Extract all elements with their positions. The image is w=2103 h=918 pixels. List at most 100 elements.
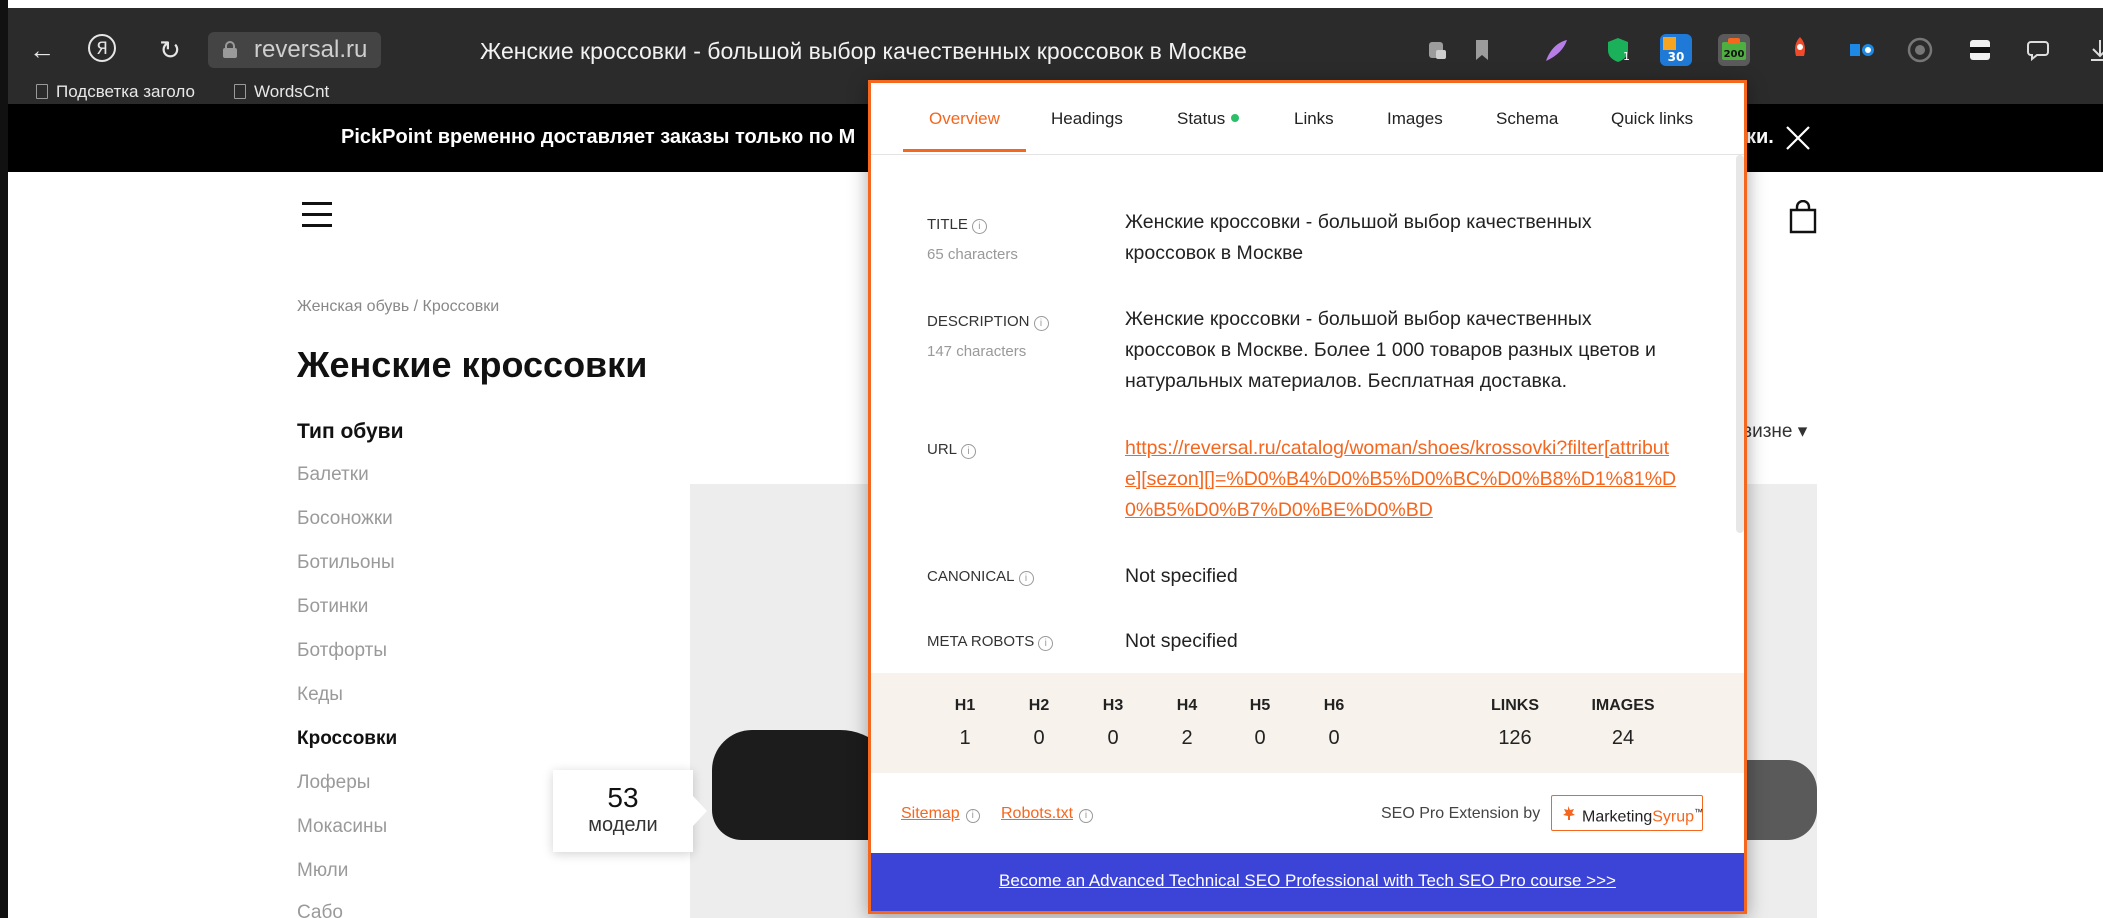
blocks-extension-icon[interactable] (1846, 34, 1878, 66)
model-count-label: модели (588, 814, 658, 836)
description-label: DESCRIPTION i (927, 313, 1049, 331)
canonical-label: CANONICAL i (927, 568, 1034, 586)
calendar-extension-icon[interactable]: 30 (1660, 34, 1692, 66)
popup-footer: Sitemap i Robots.txt i SEO Pro Extension b… (871, 773, 1744, 853)
title-value: Женские кроссовки - большой выбор качест… (1125, 211, 1592, 264)
course-banner-link[interactable]: Become an Advanced Technical SEO Profess… (999, 871, 1616, 891)
stat-h1-value: 1 (959, 727, 971, 749)
info-icon[interactable]: i (1033, 316, 1049, 331)
title-label: TITLE i (927, 216, 987, 234)
info-icon[interactable]: i (1018, 571, 1034, 586)
bag-icon[interactable] (1789, 200, 1817, 234)
info-icon[interactable]: i (965, 809, 980, 823)
stat-h2-label: H2 (1028, 697, 1050, 714)
svg-text:1: 1 (1623, 50, 1630, 63)
model-count-badge: 53 модели (553, 770, 707, 852)
address-bar[interactable]: reversal.ru (208, 32, 382, 68)
sitemap-link[interactable]: Sitemap i (901, 805, 980, 823)
info-icon[interactable]: i (961, 444, 977, 459)
stat-h5-value: 0 (1254, 727, 1266, 749)
download-icon[interactable] (2084, 34, 2103, 66)
meta-robots-label: META ROBOTS i (927, 633, 1054, 651)
stat-images-label: IMAGES (1591, 697, 1655, 714)
sort-dropdown[interactable]: визне ▾ (1742, 420, 1807, 443)
tab-quick-links[interactable]: Quick links (1611, 109, 1693, 129)
title-count: 65 characters (927, 246, 1018, 263)
info-icon[interactable]: i (1079, 809, 1094, 823)
seo-pro-extension-icon[interactable]: 200 (1718, 34, 1750, 66)
rocket-extension-icon[interactable] (1784, 34, 1816, 66)
active-tab-indicator (903, 149, 1026, 152)
stat-links-value: 126 (1498, 727, 1532, 749)
svg-text:30: 30 (1668, 50, 1685, 64)
marketing-syrup-logo[interactable]: MarketingSyrup™ (1551, 795, 1703, 831)
breadcrumb[interactable]: Женская обувь / Кроссовки (297, 298, 499, 316)
category-item[interactable]: Ботинки (297, 596, 368, 618)
stat-images-value: 24 (1611, 727, 1635, 749)
back-icon[interactable]: ← (24, 32, 60, 68)
tab-links[interactable]: Links (1294, 109, 1334, 129)
category-item[interactable]: Кеды (297, 684, 343, 706)
info-icon[interactable]: i (1038, 636, 1054, 651)
description-value: Женские кроссовки - большой выбор качест… (1125, 308, 1656, 392)
stat-h2-value: 0 (1033, 727, 1045, 749)
svg-text:200: 200 (1724, 49, 1745, 60)
tab-status-label: Status (1177, 109, 1226, 128)
stat-h3-value: 0 (1107, 727, 1119, 749)
page-title: Женские кроссовки (297, 344, 648, 385)
lock-extension-icon[interactable] (1422, 34, 1454, 66)
status-dot-icon (1231, 114, 1240, 122)
tab-schema[interactable]: Schema (1496, 109, 1558, 129)
browser-window: ← Я ↻ reversal.ru Женские кроссовки - бо… (0, 0, 2103, 918)
extension-byline: SEO Pro Extension by (1381, 805, 1541, 822)
menu-icon[interactable] (302, 202, 332, 228)
tab-title: Женские кроссовки - большой выбор качест… (480, 38, 1247, 64)
category-item[interactable]: Мокасины (297, 816, 387, 838)
reload-icon[interactable]: ↻ (152, 32, 188, 68)
category-item[interactable]: Босоножки (297, 508, 393, 530)
description-count: 147 characters (927, 343, 1027, 360)
stat-h4-label: H4 (1176, 697, 1198, 714)
info-icon[interactable]: i (971, 219, 987, 234)
bookmark-item[interactable]: Подсветка заголо (36, 80, 195, 104)
bookmark-icon[interactable] (1466, 34, 1498, 66)
stat-links-label: LINKS (1491, 697, 1539, 714)
feather-extension-icon[interactable] (1540, 34, 1572, 66)
spy-extension-icon[interactable] (1964, 34, 1996, 66)
speech-extension-icon[interactable] (2024, 34, 2056, 66)
category-item[interactable]: Балетки (297, 464, 369, 486)
close-icon[interactable] (1784, 124, 1812, 152)
window-edge (0, 0, 8, 918)
shield-extension-icon[interactable]: 1 (1602, 34, 1634, 66)
tab-overview[interactable]: Overview (929, 109, 1000, 129)
bookmark-item[interactable]: WordsCnt (234, 80, 329, 104)
seo-pro-popup: Overview Headings Status Links Images Sc… (868, 80, 1747, 914)
category-item[interactable]: Мюли (297, 860, 348, 882)
record-extension-icon[interactable] (1904, 34, 1936, 66)
url-link[interactable]: https://reversal.ru/catalog/woman/shoes/… (1125, 433, 1685, 526)
stat-h1-label: H1 (954, 697, 976, 714)
promo-text-tail: ки. (1746, 126, 1774, 148)
tab-headings[interactable]: Headings (1051, 109, 1123, 129)
category-item[interactable]: Сабо (297, 902, 343, 918)
lock-icon (223, 41, 237, 58)
category-item[interactable]: Ботфорты (297, 640, 387, 662)
category-item-active[interactable]: Кроссовки (297, 728, 397, 750)
svg-text:Я: Я (96, 39, 108, 59)
category-item[interactable]: Ботильоны (297, 552, 395, 574)
promo-text: PickPoint временно доставляет заказы тол… (341, 126, 856, 148)
yandex-logo-icon[interactable]: Я (84, 30, 120, 66)
meta-robots-value: Not specified (1125, 630, 1238, 652)
stat-h6-value: 0 (1328, 727, 1340, 749)
tab-status[interactable]: Status (1177, 109, 1240, 129)
tab-images[interactable]: Images (1387, 109, 1443, 129)
stat-h5-label: H5 (1249, 697, 1271, 714)
model-count: 53 (607, 782, 639, 813)
robots-txt-link[interactable]: Robots.txt i (1001, 805, 1094, 823)
headings-stats: H1 H2 H3 H4 H5 H6 LINKS IMAGES 1 0 0 2 0… (871, 673, 1744, 773)
category-item[interactable]: Лоферы (297, 772, 370, 794)
stat-h4-value: 2 (1181, 727, 1193, 749)
page-icon (234, 84, 246, 99)
course-banner[interactable]: Become an Advanced Technical SEO Profess… (871, 853, 1744, 911)
scrollbar[interactable] (1736, 155, 1744, 533)
